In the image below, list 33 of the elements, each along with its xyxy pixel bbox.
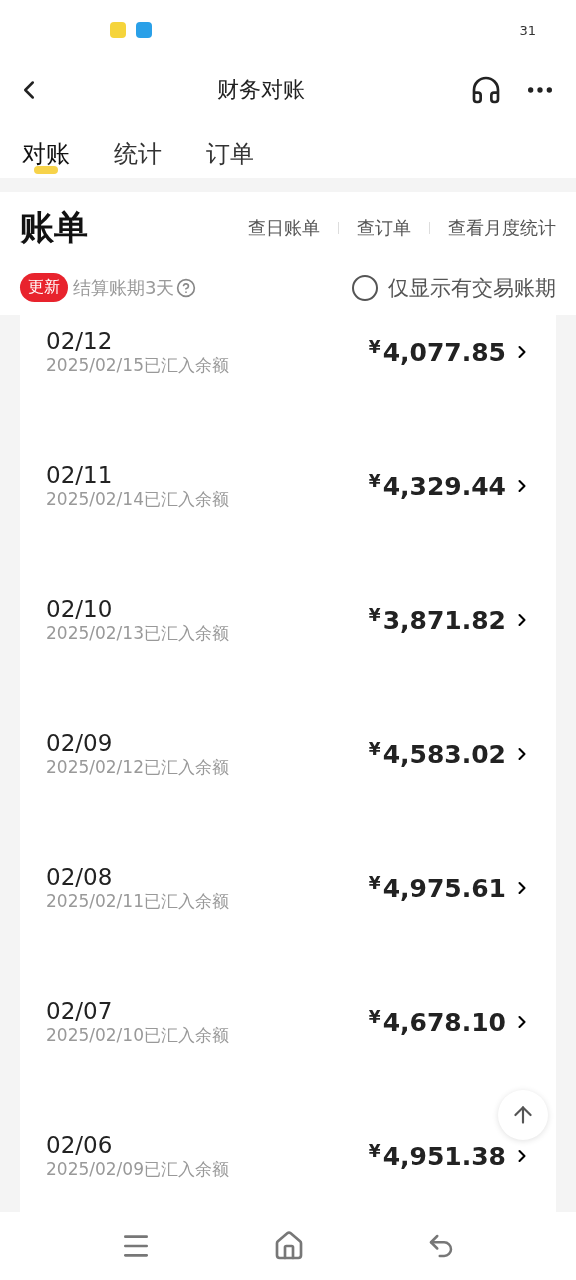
tab[interactable]: 订单 [206,120,254,178]
bill-amount: $^{¥}$4,975.61 [368,873,506,903]
tab[interactable]: 对账 [22,120,70,178]
bill-date: 02/07 [46,997,114,1024]
bill-note: 2025/02/12已汇入余额 [46,755,229,779]
bill-amount: $^{¥}$4,678.10 [368,1007,506,1037]
link[interactable]: 查日账单 [248,216,320,240]
status-time: 31 [519,22,536,38]
filter-radio[interactable]: 仅显示有交易账期 [352,273,556,302]
bill-amount: $^{¥}$4,583.02 [368,739,506,769]
bill-date: 02/06 [46,1131,114,1158]
bill-date: 02/12 [46,327,114,354]
bill-note: 2025/02/10已汇入余额 [46,1023,229,1047]
bill-amount: $^{¥}$4,077.85 [368,337,506,367]
bill-note: 2025/02/11已汇入余额 [46,889,229,913]
link[interactable]: 查看月度统计 [448,216,556,240]
bill-note: 2025/02/15已汇入余额 [46,353,229,377]
period-text: 结算账期3天 [73,275,175,300]
link[interactable]: 查订单 [357,216,411,240]
bill-date: 02/10 [46,595,114,622]
bill-note: 2025/02/13已汇入余额 [46,621,229,645]
new-badge: 更新 [20,273,68,302]
bill-date: 02/11 [46,461,114,488]
tab[interactable]: 统计 [114,120,162,178]
section-title: 账单 [20,206,88,249]
bill-date: 02/09 [46,729,114,756]
bill-note: 2025/02/14已汇入余额 [46,487,229,511]
bill-amount: $^{¥}$3,871.82 [368,605,506,635]
page-title: 财务对账 [216,76,306,104]
bill-amount: $^{¥}$4,329.44 [368,471,506,501]
bill-date: 02/08 [46,863,114,890]
bill-amount: $^{¥}$4,951.38 [368,1141,506,1171]
bill-note: 2025/02/09已汇入余额 [46,1157,229,1181]
